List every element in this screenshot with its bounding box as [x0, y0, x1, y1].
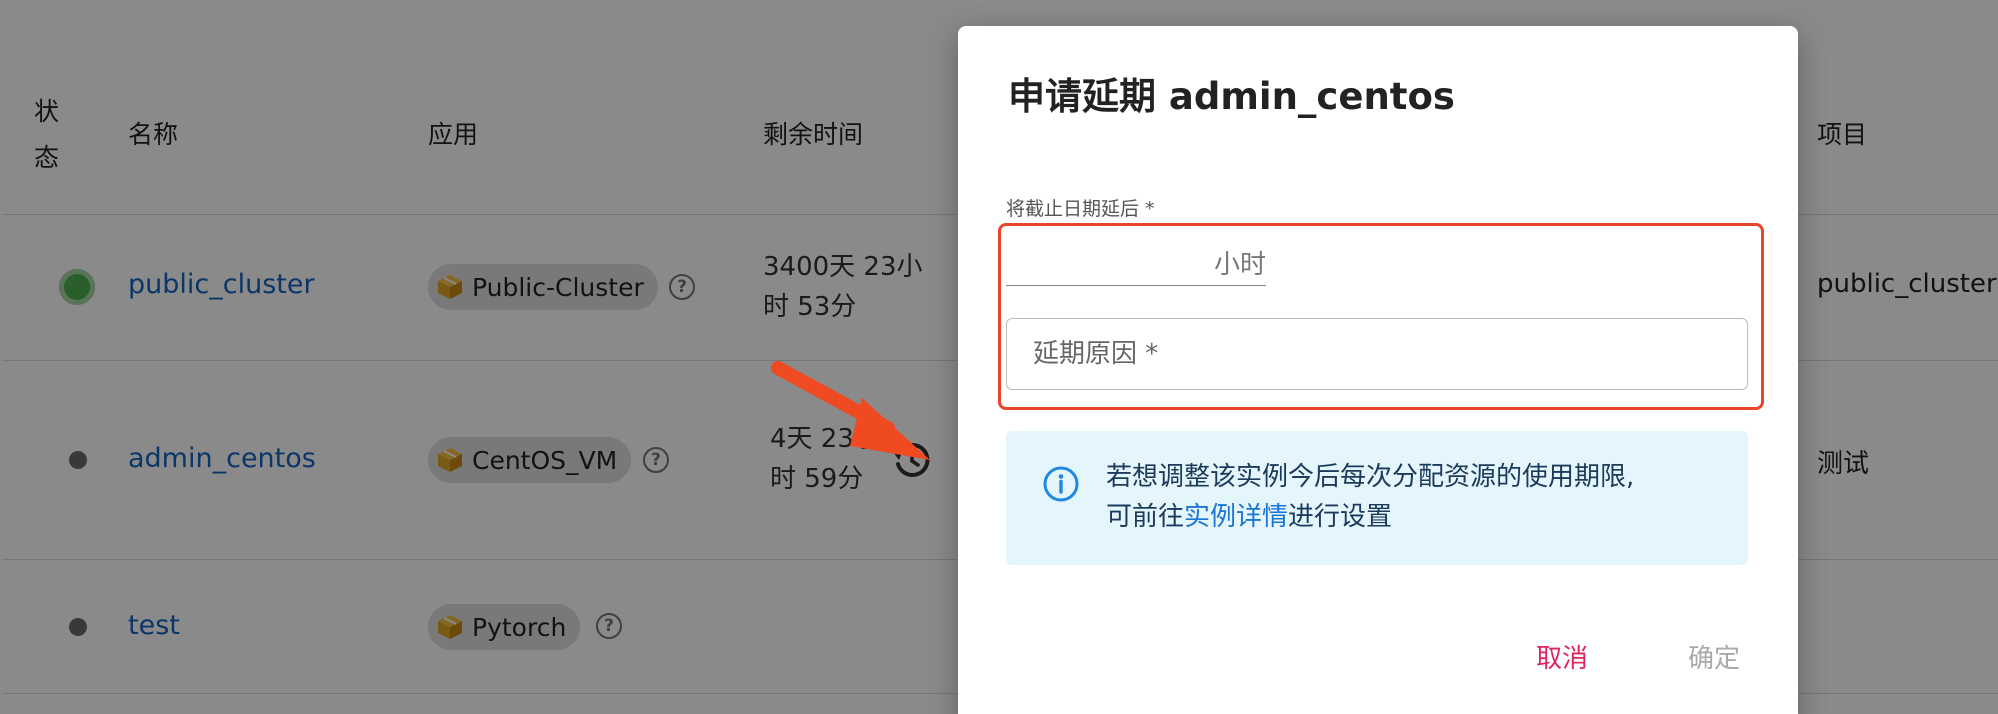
extend-hours-input[interactable] — [1006, 234, 1186, 284]
info-prefix: 可前往 — [1106, 502, 1185, 532]
extend-dialog: 申请延期 admin_centos 将截止日期延后 * 小时 若想调整该实例今后… — [958, 26, 1798, 714]
reason-input[interactable] — [1033, 329, 1723, 379]
extend-hours-label: 将截止日期延后 * — [1006, 198, 1155, 220]
info-line-1: 若想调整该实例今后每次分配资源的使用期限, — [1106, 462, 1635, 492]
info-suffix: 进行设置 — [1288, 502, 1393, 532]
dialog-title: 申请延期 admin_centos — [1008, 75, 1455, 118]
extend-hours-field[interactable]: 小时 — [1006, 234, 1266, 286]
cancel-button[interactable]: 取消 — [1536, 638, 1588, 675]
info-text: 若想调整该实例今后每次分配资源的使用期限, 可前往实例详情进行设置 — [1106, 457, 1726, 537]
info-alert: 若想调整该实例今后每次分配资源的使用期限, 可前往实例详情进行设置 — [1006, 431, 1748, 565]
reason-field[interactable] — [1006, 318, 1748, 390]
page: 状 态 名称 应用 剩余时间 项目 public_cluster Public-… — [0, 0, 1998, 714]
hours-suffix: 小时 — [1213, 250, 1266, 280]
info-line-2: 可前往实例详情进行设置 — [1106, 497, 1726, 537]
info-circle-icon — [1043, 466, 1079, 502]
instance-detail-link[interactable]: 实例详情 — [1184, 502, 1288, 532]
confirm-button[interactable]: 确定 — [1688, 638, 1740, 675]
